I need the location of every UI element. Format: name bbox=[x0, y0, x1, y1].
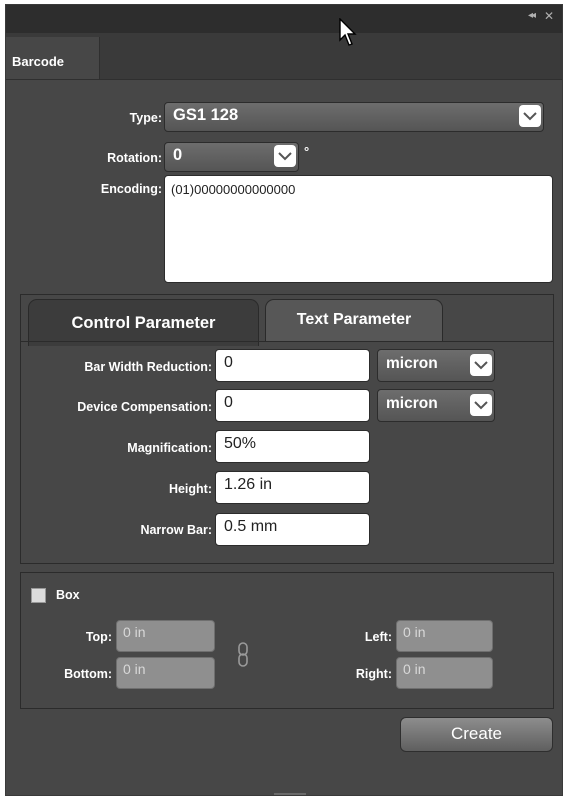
type-value: GS1 128 bbox=[173, 106, 239, 124]
tab-control-parameter[interactable]: Control Parameter bbox=[28, 299, 259, 346]
left-input[interactable]: 0 in bbox=[396, 620, 493, 652]
device-compensation-input[interactable]: 0 bbox=[215, 389, 370, 422]
encoding-label: Encoding: bbox=[100, 182, 162, 196]
tab-barcode[interactable]: Barcode bbox=[6, 37, 100, 79]
height-input[interactable]: 1.26 in bbox=[215, 471, 370, 504]
bar-width-reduction-label: Bar Width Reduction: bbox=[84, 360, 212, 374]
magnification-input[interactable]: 50% bbox=[215, 430, 370, 463]
rotation-label: Rotation: bbox=[107, 151, 162, 165]
rotation-value: 0 bbox=[173, 146, 183, 164]
left-label: Left: bbox=[364, 630, 392, 644]
narrow-bar-input[interactable]: 0.5 mm bbox=[215, 513, 370, 546]
top-input[interactable]: 0 in bbox=[116, 620, 215, 652]
panel-titlebar: ◂◂ ✕ bbox=[6, 5, 562, 33]
rotation-dropdown[interactable]: 0 bbox=[164, 142, 299, 172]
close-icon[interactable]: ✕ bbox=[544, 9, 554, 23]
device-compensation-label: Device Compensation: bbox=[77, 400, 212, 414]
right-label: Right: bbox=[355, 667, 392, 681]
magnification-label: Magnification: bbox=[127, 441, 212, 455]
bottom-label: Bottom: bbox=[64, 667, 112, 681]
type-label: Type: bbox=[129, 111, 162, 125]
chain-link-icon[interactable] bbox=[236, 641, 250, 673]
encoding-textarea[interactable]: (01)00000000000000 bbox=[164, 175, 553, 283]
tab-bar: Barcode bbox=[6, 33, 562, 80]
chevron-down-icon[interactable] bbox=[519, 105, 541, 127]
degree-symbol: ° bbox=[304, 144, 310, 159]
narrow-bar-label: Narrow Bar: bbox=[140, 523, 212, 537]
barcode-panel: ◂◂ ✕ Barcode Type: GS1 128 Rotation: 0 °… bbox=[6, 5, 562, 795]
device-compensation-unit-value: micron bbox=[386, 395, 438, 412]
create-button[interactable]: Create bbox=[400, 717, 553, 752]
bar-width-reduction-input[interactable]: 0 bbox=[215, 349, 370, 382]
type-dropdown[interactable]: GS1 128 bbox=[164, 102, 544, 132]
mouse-cursor-icon bbox=[338, 17, 360, 52]
resize-grip[interactable] bbox=[274, 793, 306, 795]
chevron-down-icon[interactable] bbox=[470, 394, 492, 416]
box-label: Box bbox=[56, 588, 80, 602]
bar-width-unit-value: micron bbox=[386, 355, 438, 372]
chevron-down-icon[interactable] bbox=[274, 145, 296, 167]
chevron-down-icon[interactable] bbox=[470, 354, 492, 376]
tab-text-parameter[interactable]: Text Parameter bbox=[265, 299, 443, 341]
tab-divider bbox=[21, 341, 553, 342]
bottom-input[interactable]: 0 in bbox=[116, 657, 215, 689]
top-label: Top: bbox=[85, 630, 112, 644]
height-label: Height: bbox=[168, 482, 212, 496]
bar-width-unit-dropdown[interactable]: micron bbox=[377, 349, 495, 382]
device-compensation-unit-dropdown[interactable]: micron bbox=[377, 389, 495, 422]
box-checkbox[interactable] bbox=[31, 588, 46, 603]
right-input[interactable]: 0 in bbox=[396, 657, 493, 689]
collapse-icon[interactable]: ◂◂ bbox=[528, 10, 536, 21]
